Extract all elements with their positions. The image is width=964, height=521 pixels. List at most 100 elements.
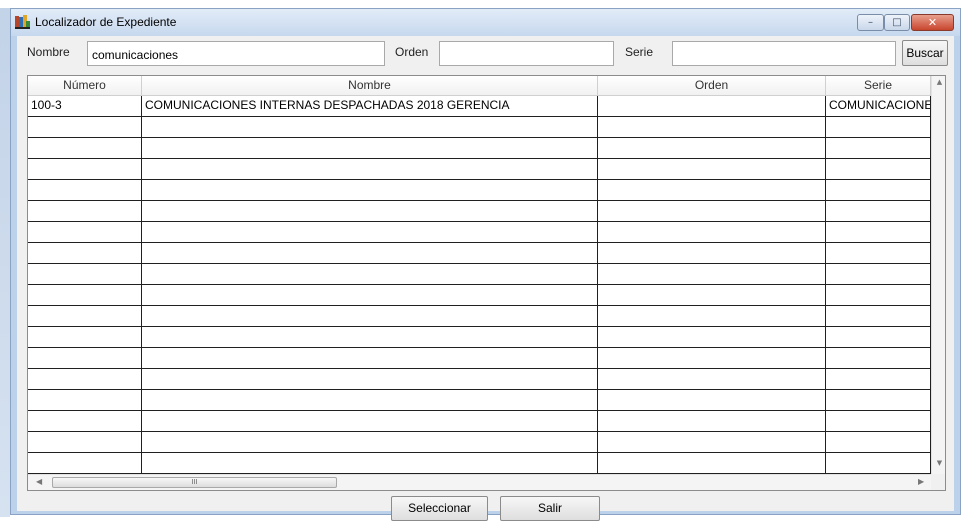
cell-orden[interactable] <box>598 369 826 390</box>
cell-numero[interactable] <box>28 306 142 327</box>
cell-serie[interactable] <box>826 369 931 390</box>
scroll-down-icon[interactable]: ▼ <box>932 459 945 467</box>
cell-nombre[interactable] <box>142 390 598 411</box>
cell-nombre[interactable] <box>142 243 598 264</box>
cell-orden[interactable] <box>598 348 826 369</box>
table-row[interactable] <box>28 369 931 390</box>
cell-nombre[interactable] <box>142 369 598 390</box>
cell-serie[interactable] <box>826 348 931 369</box>
table-row[interactable] <box>28 117 931 138</box>
cell-numero[interactable] <box>28 138 142 159</box>
cell-nombre[interactable] <box>142 222 598 243</box>
table-row[interactable] <box>28 306 931 327</box>
cell-orden[interactable] <box>598 453 826 474</box>
cell-numero[interactable] <box>28 453 142 474</box>
cell-numero[interactable] <box>28 285 142 306</box>
cell-orden[interactable] <box>598 138 826 159</box>
title-bar[interactable]: Localizador de Expediente – □ ✕ <box>11 9 960 36</box>
horizontal-scroll-thumb[interactable]: III <box>52 477 337 488</box>
cell-numero[interactable] <box>28 390 142 411</box>
cell-nombre[interactable]: COMUNICACIONES INTERNAS DESPACHADAS 2018… <box>142 96 598 117</box>
cell-orden[interactable] <box>598 411 826 432</box>
cell-serie[interactable] <box>826 117 931 138</box>
cell-serie[interactable] <box>826 180 931 201</box>
cell-serie[interactable] <box>826 285 931 306</box>
cell-orden[interactable] <box>598 285 826 306</box>
cell-nombre[interactable] <box>142 159 598 180</box>
table-row[interactable]: 100-3 COMUNICACIONES INTERNAS DESPACHADAS… <box>28 96 931 117</box>
scroll-right-icon[interactable]: ▶ <box>918 477 924 486</box>
table-row[interactable] <box>28 264 931 285</box>
cell-serie[interactable] <box>826 222 931 243</box>
cell-numero[interactable] <box>28 327 142 348</box>
cell-orden[interactable] <box>598 390 826 411</box>
cell-orden[interactable] <box>598 117 826 138</box>
table-row[interactable] <box>28 327 931 348</box>
table-row[interactable] <box>28 285 931 306</box>
table-row[interactable] <box>28 138 931 159</box>
close-button[interactable]: ✕ <box>911 14 954 31</box>
cell-serie[interactable] <box>826 390 931 411</box>
cell-nombre[interactable] <box>142 411 598 432</box>
table-row[interactable] <box>28 348 931 369</box>
cell-numero[interactable] <box>28 348 142 369</box>
cell-orden[interactable] <box>598 180 826 201</box>
nombre-input[interactable]: comunicaciones <box>87 41 385 66</box>
buscar-button[interactable]: Buscar <box>902 40 948 66</box>
cell-serie[interactable]: COMUNICACIONES INTERNAS <box>826 96 931 117</box>
serie-input[interactable] <box>672 41 896 66</box>
table-row[interactable] <box>28 159 931 180</box>
cell-numero[interactable] <box>28 180 142 201</box>
column-header-serie[interactable]: Serie <box>826 76 931 96</box>
cell-nombre[interactable] <box>142 453 598 474</box>
cell-serie[interactable] <box>826 138 931 159</box>
table-row[interactable] <box>28 180 931 201</box>
cell-numero[interactable] <box>28 201 142 222</box>
cell-nombre[interactable] <box>142 264 598 285</box>
cell-serie[interactable] <box>826 411 931 432</box>
cell-orden[interactable] <box>598 222 826 243</box>
table-row[interactable] <box>28 453 931 474</box>
table-row[interactable] <box>28 432 931 453</box>
orden-input[interactable] <box>439 41 614 66</box>
cell-orden[interactable] <box>598 306 826 327</box>
cell-serie[interactable] <box>826 201 931 222</box>
cell-serie[interactable] <box>826 327 931 348</box>
cell-serie[interactable] <box>826 243 931 264</box>
column-header-numero[interactable]: Número <box>28 76 142 96</box>
cell-nombre[interactable] <box>142 138 598 159</box>
cell-serie[interactable] <box>826 306 931 327</box>
cell-serie[interactable] <box>826 159 931 180</box>
cell-orden[interactable] <box>598 243 826 264</box>
salir-button[interactable]: Salir <box>500 496 600 521</box>
cell-nombre[interactable] <box>142 432 598 453</box>
cell-numero[interactable]: 100-3 <box>28 96 142 117</box>
scroll-up-icon[interactable]: ▲ <box>932 78 945 86</box>
cell-orden[interactable] <box>598 159 826 180</box>
table-row[interactable] <box>28 222 931 243</box>
cell-nombre[interactable] <box>142 285 598 306</box>
cell-nombre[interactable] <box>142 117 598 138</box>
table-row[interactable] <box>28 390 931 411</box>
horizontal-scrollbar[interactable]: ◀ III ▶ <box>28 474 931 490</box>
cell-numero[interactable] <box>28 117 142 138</box>
column-header-nombre[interactable]: Nombre <box>142 76 598 96</box>
vertical-scrollbar[interactable]: ▲ ▼ <box>931 76 945 474</box>
cell-serie[interactable] <box>826 264 931 285</box>
cell-orden[interactable] <box>598 327 826 348</box>
table-row[interactable] <box>28 201 931 222</box>
cell-serie[interactable] <box>826 453 931 474</box>
cell-nombre[interactable] <box>142 348 598 369</box>
cell-orden[interactable] <box>598 432 826 453</box>
cell-nombre[interactable] <box>142 306 598 327</box>
cell-numero[interactable] <box>28 432 142 453</box>
cell-numero[interactable] <box>28 243 142 264</box>
scroll-left-icon[interactable]: ◀ <box>36 477 42 486</box>
cell-numero[interactable] <box>28 159 142 180</box>
seleccionar-button[interactable]: Seleccionar <box>391 496 488 521</box>
cell-numero[interactable] <box>28 369 142 390</box>
cell-orden[interactable] <box>598 264 826 285</box>
cell-nombre[interactable] <box>142 201 598 222</box>
maximize-button[interactable]: □ <box>884 14 910 31</box>
cell-numero[interactable] <box>28 264 142 285</box>
